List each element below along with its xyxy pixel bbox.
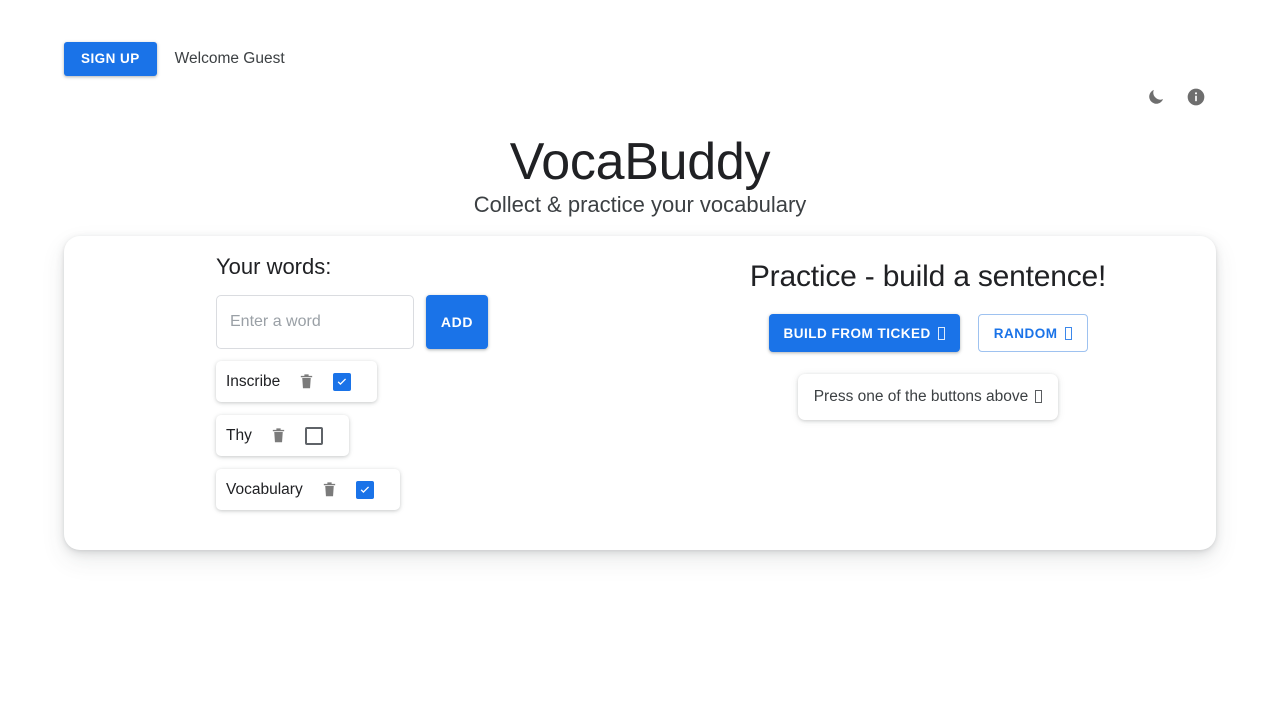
- word-checkbox[interactable]: [304, 426, 323, 445]
- practice-result-card: Press one of the buttons above: [798, 374, 1058, 420]
- list-item-wrapper: Thy: [216, 415, 640, 469]
- word-list: Inscribe Thy Vocabulary: [216, 361, 640, 523]
- main-panel: Your words: ADD Inscribe: [64, 236, 1216, 550]
- practice-result-text: Press one of the buttons above: [813, 388, 1029, 405]
- trash-icon: [301, 374, 313, 389]
- missing-glyph-icon: [937, 326, 945, 340]
- check-icon: [337, 378, 347, 385]
- check-icon: [360, 486, 369, 493]
- word-label: Thy: [226, 426, 252, 444]
- word-label: Vocabulary: [226, 480, 303, 498]
- word-item[interactable]: Vocabulary: [216, 469, 400, 510]
- word-label: Inscribe: [226, 372, 281, 390]
- add-word-row: ADD: [216, 295, 640, 349]
- missing-glyph-icon: [1035, 390, 1043, 403]
- word-item[interactable]: Thy: [216, 415, 349, 456]
- trash-icon: [323, 482, 335, 497]
- dark-mode-toggle[interactable]: [1144, 85, 1168, 109]
- build-from-ticked-button[interactable]: BUILD FROM TICKED: [768, 314, 960, 352]
- page-subtitle: Collect & practice your vocabulary: [473, 192, 807, 217]
- random-label: RANDOM: [993, 325, 1058, 341]
- list-item-wrapper: Inscribe: [216, 361, 640, 415]
- build-from-ticked-label: BUILD FROM TICKED: [783, 325, 931, 341]
- moon-icon: [1149, 89, 1164, 104]
- word-checkbox[interactable]: [333, 372, 352, 391]
- words-column: Your words: ADD Inscribe: [64, 236, 640, 550]
- trash-icon: [272, 428, 285, 443]
- practice-button-row: BUILD FROM TICKED RANDOM: [640, 314, 1216, 352]
- word-item[interactable]: Inscribe: [216, 361, 378, 402]
- missing-glyph-icon: [1064, 326, 1072, 340]
- list-item-wrapper: Vocabulary: [216, 469, 640, 523]
- info-icon: [1187, 88, 1205, 106]
- word-input[interactable]: [216, 295, 414, 349]
- page-title: VocaBuddy: [509, 133, 771, 191]
- practice-heading: Practice - build a sentence!: [749, 260, 1107, 293]
- welcome-message: Welcome Guest: [174, 50, 285, 67]
- top-bar: SIGN UP Welcome Guest: [64, 42, 285, 76]
- utility-icon-row: [1144, 85, 1208, 109]
- delete-word-button[interactable]: [294, 372, 319, 391]
- sign-up-button[interactable]: SIGN UP: [64, 42, 157, 76]
- words-heading: Your words:: [216, 254, 332, 279]
- delete-word-button[interactable]: [317, 480, 342, 499]
- delete-word-button[interactable]: [266, 426, 291, 445]
- word-checkbox[interactable]: [355, 480, 374, 499]
- random-button[interactable]: RANDOM: [977, 314, 1088, 352]
- practice-column: Practice - build a sentence! BUILD FROM …: [640, 236, 1216, 550]
- add-word-button[interactable]: ADD: [426, 295, 488, 349]
- info-button[interactable]: [1184, 85, 1208, 109]
